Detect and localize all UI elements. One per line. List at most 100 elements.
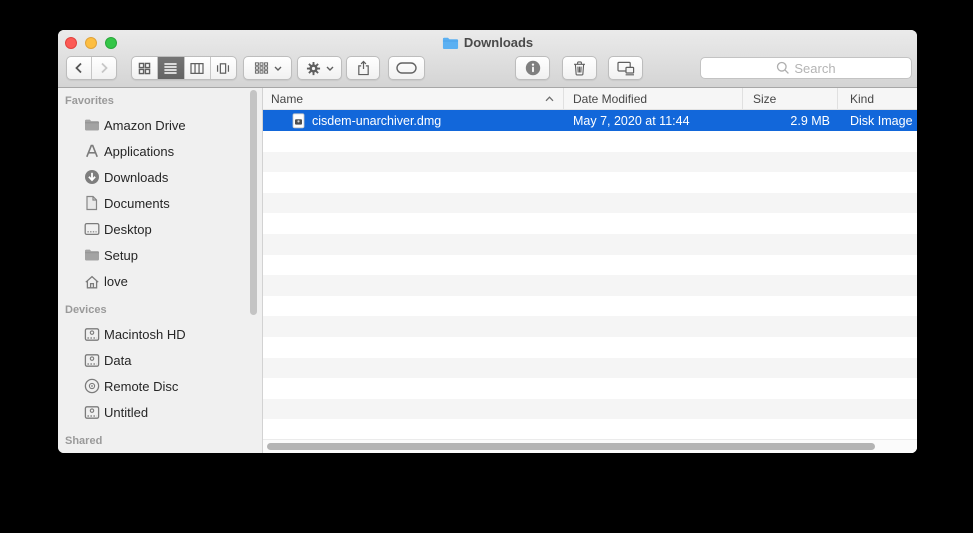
sidebar-item-untitled[interactable]: Untitled [58, 399, 262, 425]
sidebar-item-applications[interactable]: Applications [58, 138, 262, 164]
empty-row [263, 398, 917, 420]
share-icon [357, 60, 369, 76]
search-input[interactable]: Search [700, 57, 912, 79]
empty-row [263, 378, 917, 399]
file-list: Name Date Modified Size Kind cisdem-unar… [263, 88, 917, 453]
sidebar-item-label: Setup [104, 247, 138, 263]
trash-button[interactable] [562, 56, 597, 80]
view-mode-segmented-control [131, 56, 237, 80]
empty-row [263, 295, 917, 317]
empty-row [263, 233, 917, 255]
empty-row [263, 357, 917, 379]
icon-view-button[interactable] [132, 57, 157, 79]
tag-button[interactable] [388, 56, 425, 80]
desktop-icon [83, 221, 100, 238]
empty-row [263, 131, 917, 152]
sidebar-item-label: Amazon Drive [104, 117, 186, 133]
arrange-icon [254, 62, 268, 74]
back-button[interactable] [67, 57, 91, 79]
sidebar-item-love[interactable]: love [58, 268, 262, 294]
file-list-stripes [263, 131, 917, 453]
list-view-icon [164, 62, 177, 74]
sidebar-item-amazon-drive[interactable]: Amazon Drive [58, 112, 262, 138]
sidebar-section-shared: Shared [65, 435, 103, 447]
chevron-down-icon [274, 66, 281, 71]
sidebar-item-label: Applications [104, 143, 175, 159]
sidebar-section-favorites: Favorites [65, 95, 114, 107]
trash-icon [574, 61, 585, 76]
share-button[interactable] [346, 56, 380, 80]
applications-icon [83, 143, 100, 160]
window-title-group: Downloads [58, 30, 917, 55]
file-date-modified: May 7, 2020 at 11:44 [573, 113, 690, 128]
column-header-date-modified[interactable]: Date Modified [563, 88, 742, 109]
search-placeholder: Search [794, 60, 836, 76]
downloads-icon [83, 169, 100, 186]
search-icon [777, 61, 790, 74]
sidebar-item-downloads[interactable]: Downloads [58, 164, 262, 190]
forward-icon [101, 62, 108, 74]
screen-sharing-button[interactable] [608, 56, 643, 80]
file-row-selected[interactable]: cisdem-unarchiver.dmg May 7, 2020 at 11:… [263, 110, 917, 131]
sidebar-item-setup[interactable]: Setup [58, 242, 262, 268]
column-header-size[interactable]: Size [742, 88, 837, 109]
sidebar-item-label: Macintosh HD [104, 326, 186, 342]
arrange-button[interactable] [243, 56, 292, 80]
forward-button[interactable] [91, 57, 116, 79]
list-view-button[interactable] [157, 57, 184, 79]
window-chrome: Downloads Search [58, 30, 917, 88]
dmg-file-icon [291, 112, 306, 129]
sort-ascending-icon [545, 96, 554, 102]
horizontal-scrollbar[interactable] [263, 439, 917, 453]
empty-row [263, 151, 917, 173]
empty-row [263, 213, 917, 234]
sidebar-section-devices: Devices [65, 304, 107, 316]
disc-icon [83, 378, 100, 395]
empty-row [263, 419, 917, 440]
sidebar-item-label: Downloads [104, 169, 169, 185]
hard-drive-icon [83, 404, 100, 421]
column-header-kind[interactable]: Kind [837, 88, 917, 109]
hard-drive-icon [83, 352, 100, 369]
folder-icon [83, 117, 100, 134]
coverflow-view-button[interactable] [209, 57, 236, 79]
column-view-button[interactable] [183, 57, 210, 79]
sidebar-item-remote-disc[interactable]: Remote Disc [58, 373, 262, 399]
sidebar-item-label: Remote Disc [104, 378, 179, 394]
coverflow-view-icon [217, 62, 230, 74]
nav-buttons [66, 56, 117, 80]
action-button[interactable] [297, 56, 342, 80]
list-header: Name Date Modified Size Kind [263, 88, 917, 110]
sidebar-item-documents[interactable]: Documents [58, 190, 262, 216]
window-content: Favorites Amazon Drive Applications Down… [58, 88, 917, 453]
toolbar: Search [58, 55, 917, 87]
connected-screens-icon [616, 61, 634, 75]
file-size: 2.9 MB [790, 113, 830, 128]
sidebar-item-label: Data [104, 352, 132, 368]
column-header-label: Size [753, 91, 777, 106]
file-kind: Disk Image [850, 113, 913, 128]
sidebar-scrollbar[interactable] [250, 90, 257, 315]
file-name: cisdem-unarchiver.dmg [312, 113, 442, 128]
sidebar-item-macintosh-hd[interactable]: Macintosh HD [58, 321, 262, 347]
column-header-name[interactable]: Name [263, 88, 563, 109]
empty-row [263, 336, 917, 358]
hard-drive-icon [83, 326, 100, 343]
title-bar[interactable]: Downloads [58, 30, 917, 55]
sidebar-item-desktop[interactable]: Desktop [58, 216, 262, 242]
sidebar-item-data[interactable]: Data [58, 347, 262, 373]
column-header-label: Kind [850, 91, 875, 106]
empty-row [263, 316, 917, 337]
folder-icon [83, 247, 100, 264]
icon-view-icon [138, 62, 151, 74]
column-header-label: Date Modified [573, 91, 648, 106]
sidebar-item-label: love [104, 273, 128, 289]
get-info-button[interactable] [515, 56, 550, 80]
column-header-label: Name [271, 91, 304, 106]
empty-row [263, 172, 917, 193]
gear-icon [306, 61, 320, 75]
documents-icon [83, 195, 100, 212]
column-view-icon [190, 62, 204, 74]
empty-row [263, 254, 917, 276]
horizontal-scrollbar-thumb[interactable] [267, 443, 875, 450]
